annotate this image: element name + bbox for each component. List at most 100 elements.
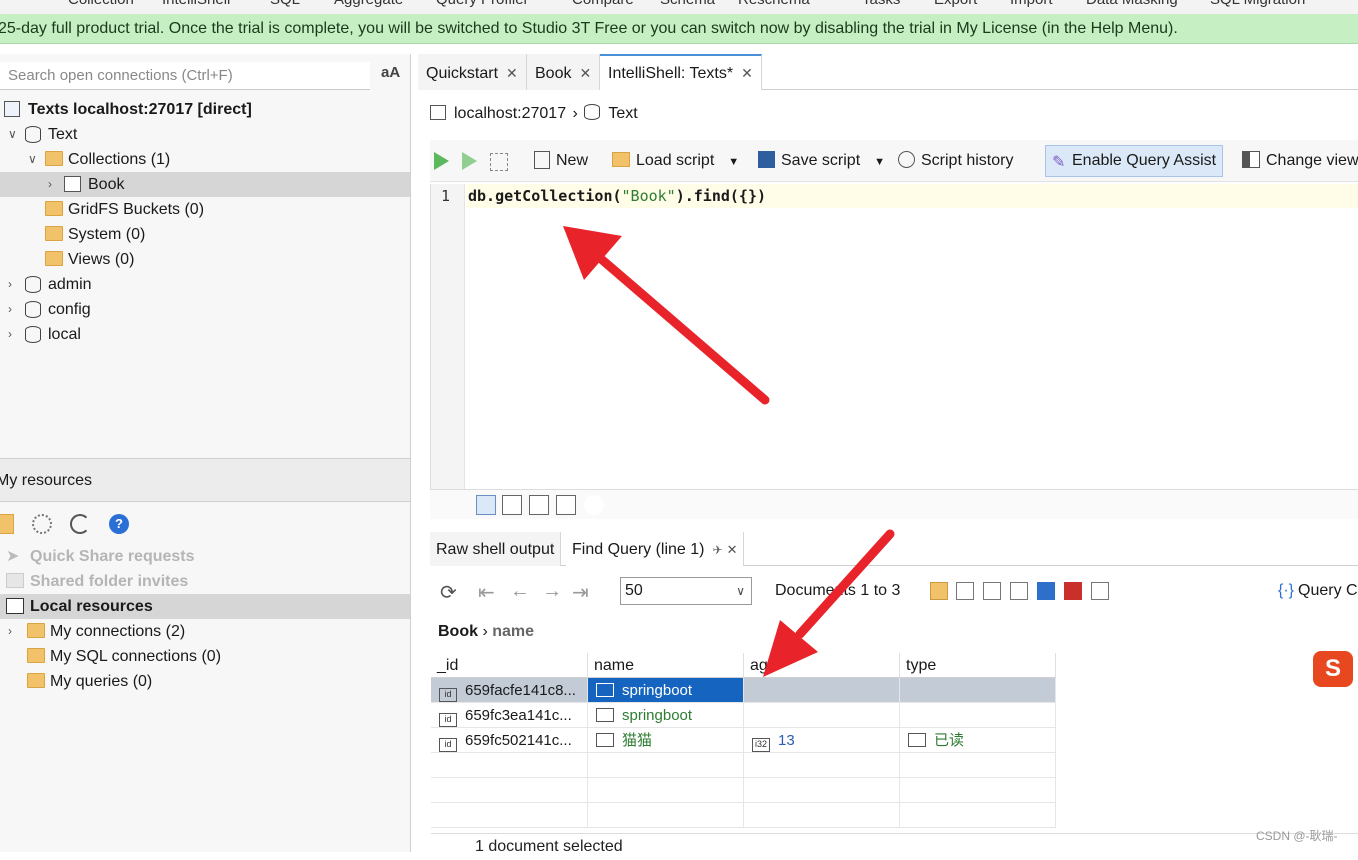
- table-row-cell-type[interactable]: [900, 678, 1056, 703]
- settings-icon[interactable]: [32, 514, 52, 534]
- tree-system[interactable]: System (0): [0, 222, 410, 247]
- pin-icon[interactable]: ✈: [713, 543, 723, 557]
- menu-tasks[interactable]: Tasks: [862, 0, 900, 8]
- lock-icon[interactable]: [930, 582, 948, 600]
- font-size-toggle[interactable]: aA: [381, 64, 400, 81]
- tree-collections[interactable]: ∨ Collections (1): [0, 147, 410, 172]
- tab-book[interactable]: Book ✕: [527, 54, 601, 90]
- table-row-cell-name[interactable]: 猫猫: [588, 728, 744, 753]
- explain-icon[interactable]: [1091, 582, 1109, 600]
- next-page-icon[interactable]: →: [542, 580, 562, 603]
- enable-query-assist-button[interactable]: ✎ Enable Query Assist: [1045, 145, 1224, 177]
- last-page-icon[interactable]: ⇥: [572, 580, 589, 605]
- page-size-select[interactable]: 50 ∨: [620, 577, 752, 605]
- refresh-icon[interactable]: [70, 514, 90, 534]
- column-header-name[interactable]: name: [588, 653, 744, 678]
- menu-data-masking[interactable]: Data Masking: [1086, 0, 1178, 8]
- table-row-cell-name[interactable]: springboot: [588, 678, 744, 703]
- result-breadcrumb-field[interactable]: name: [492, 623, 534, 640]
- first-page-icon[interactable]: ⇤: [478, 580, 495, 605]
- add-document-icon[interactable]: [956, 582, 974, 600]
- my-sql-connections[interactable]: My SQL connections (0): [0, 644, 410, 669]
- query-code[interactable]: db.getCollection("Book").find({}): [468, 187, 766, 205]
- menu-aggregate[interactable]: Aggregate: [334, 0, 403, 8]
- menu-sql[interactable]: SQL: [270, 0, 300, 8]
- tree-connection[interactable]: Texts localhost:27017 [direct]: [0, 97, 410, 122]
- close-icon[interactable]: ✕: [727, 542, 738, 557]
- run-line-icon[interactable]: [462, 152, 477, 170]
- new-button[interactable]: New: [534, 148, 588, 174]
- save-script-button[interactable]: Save script ▼: [758, 148, 885, 175]
- table-row-cell-age[interactable]: i32 13: [744, 728, 900, 753]
- help-icon[interactable]: ?: [109, 514, 129, 534]
- outdent-icon[interactable]: [556, 495, 576, 515]
- table-row-cell-id[interactable]: id 659fc3ea141c...: [431, 703, 588, 728]
- menu-reschema[interactable]: Reschema: [738, 0, 810, 8]
- table-row-cell-age[interactable]: [744, 703, 900, 728]
- query-code-button[interactable]: {·}Query Code: [1278, 582, 1358, 600]
- tab-find-query[interactable]: Find Query (line 1) ✈ ✕: [566, 532, 745, 566]
- script-history-button[interactable]: Script history: [898, 148, 1013, 174]
- search-connections-box[interactable]: [0, 62, 370, 90]
- dropdown-arrow-icon[interactable]: ▼: [874, 156, 885, 168]
- chevron-right-icon[interactable]: ›: [8, 322, 12, 347]
- menu-intellishell[interactable]: IntelliShell: [162, 0, 230, 8]
- result-breadcrumb-root[interactable]: Book: [438, 623, 478, 640]
- breadcrumb-host[interactable]: localhost:27017: [454, 105, 566, 122]
- shared-folder-invites[interactable]: Shared folder invites: [0, 569, 410, 594]
- tree-db-admin[interactable]: › admin: [0, 272, 410, 297]
- menu-import[interactable]: Import: [1010, 0, 1053, 8]
- chevron-right-icon[interactable]: ›: [8, 297, 12, 322]
- chevron-down-icon[interactable]: ∨: [736, 578, 745, 604]
- search-connections-input[interactable]: [0, 62, 370, 89]
- my-connections[interactable]: › My connections (2): [0, 619, 410, 644]
- menu-schema[interactable]: Schema: [660, 0, 715, 8]
- sogou-ime-icon[interactable]: S: [1313, 651, 1353, 687]
- close-icon[interactable]: ✕: [506, 65, 518, 81]
- tree-db-config[interactable]: › config: [0, 297, 410, 322]
- tree-collection-book[interactable]: › Book: [0, 172, 410, 197]
- tree-gridfs[interactable]: GridFS Buckets (0): [0, 197, 410, 222]
- chevron-right-icon[interactable]: ›: [48, 172, 52, 197]
- delete-document-icon[interactable]: [1064, 582, 1082, 600]
- add-folder-icon[interactable]: [0, 514, 14, 534]
- tab-raw-shell-output[interactable]: Raw shell output: [430, 532, 562, 566]
- dropdown-arrow-icon[interactable]: ▼: [728, 156, 739, 168]
- format-icon[interactable]: [476, 495, 496, 515]
- table-row-cell-type[interactable]: [900, 703, 1056, 728]
- tree-views[interactable]: Views (0): [0, 247, 410, 272]
- menu-compare[interactable]: Compare: [572, 0, 634, 8]
- query-editor[interactable]: 1 db.getCollection("Book").find({}): [430, 184, 1358, 489]
- tree-db-local[interactable]: › local: [0, 322, 410, 347]
- refresh-icon[interactable]: ⟳: [440, 580, 457, 605]
- tab-quickstart[interactable]: Quickstart ✕: [418, 54, 527, 90]
- help-icon[interactable]: ?: [584, 495, 604, 515]
- close-icon[interactable]: ✕: [741, 65, 753, 81]
- load-script-button[interactable]: Load script ▼: [612, 148, 739, 175]
- menu-collection[interactable]: Collection: [68, 0, 134, 8]
- edit-document-icon[interactable]: [1010, 582, 1028, 600]
- column-header-type[interactable]: type: [900, 653, 1056, 678]
- tree-db-text[interactable]: ∨ Text: [0, 122, 410, 147]
- table-row-cell-id[interactable]: id 659facfe141c8...: [431, 678, 588, 703]
- chevron-down-icon[interactable]: ∨: [28, 147, 37, 172]
- menu-export[interactable]: Export: [934, 0, 977, 8]
- quick-share-requests[interactable]: ➤ Quick Share requests: [0, 544, 410, 569]
- column-header-id[interactable]: _id: [431, 653, 588, 678]
- tab-intellishell[interactable]: IntelliShell: Texts* ✕: [600, 54, 762, 90]
- table-row-cell-age[interactable]: [744, 678, 900, 703]
- chevron-right-icon[interactable]: ›: [8, 619, 12, 644]
- breadcrumb-db[interactable]: Text: [608, 105, 637, 122]
- my-queries[interactable]: My queries (0): [0, 669, 410, 694]
- change-view-button[interactable]: Change view: [1242, 148, 1358, 174]
- close-icon[interactable]: ✕: [579, 65, 591, 81]
- previous-page-icon[interactable]: ←: [510, 580, 530, 603]
- table-row-cell-id[interactable]: id 659fc502141c...: [431, 728, 588, 753]
- table-row-cell-name[interactable]: springboot: [588, 703, 744, 728]
- chevron-down-icon[interactable]: ∨: [8, 122, 17, 147]
- menu-query-profiler[interactable]: Query Profiler: [436, 0, 529, 8]
- table-row-cell-type[interactable]: 已读: [900, 728, 1056, 753]
- run-selection-icon[interactable]: [490, 153, 508, 171]
- menu-sql-migration[interactable]: SQL Migration: [1210, 0, 1305, 8]
- column-header-age[interactable]: age: [744, 653, 900, 678]
